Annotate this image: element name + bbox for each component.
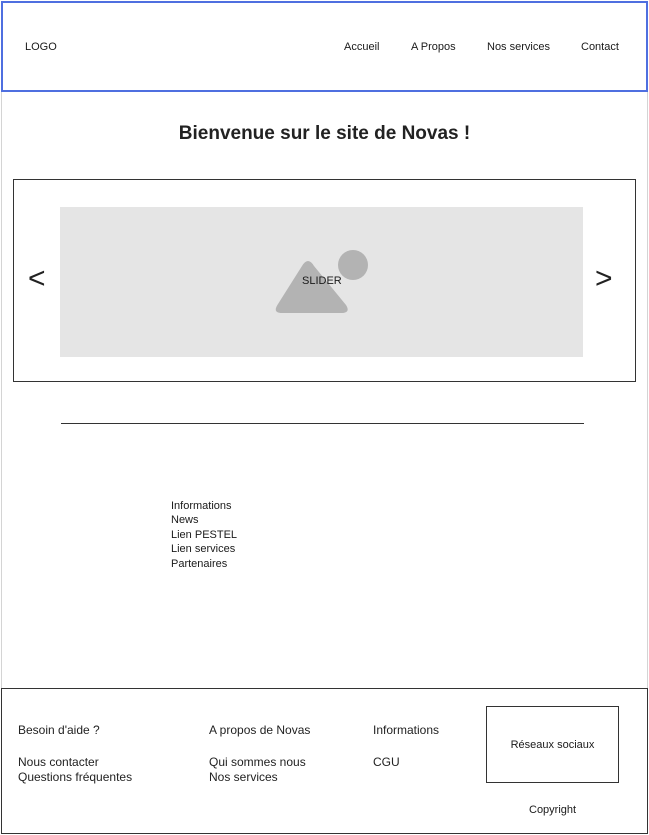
- footer-link-nos-services[interactable]: Nos services: [209, 770, 278, 784]
- site-header: LOGO Accueil A Propos Nos services Conta…: [1, 1, 648, 92]
- info-link-pestel[interactable]: Lien PESTEL: [171, 528, 237, 542]
- footer-link-nous-contacter[interactable]: Nous contacter: [18, 755, 99, 769]
- nav-link-nos-services[interactable]: Nos services: [487, 41, 550, 53]
- logo[interactable]: LOGO: [25, 41, 57, 53]
- footer-help-title: Besoin d'aide ?: [18, 723, 100, 737]
- footer-link-cgu[interactable]: CGU: [373, 755, 400, 769]
- section-divider: [61, 423, 584, 424]
- info-link-partenaires[interactable]: Partenaires: [171, 557, 237, 571]
- footer-info-title: Informations: [373, 723, 440, 737]
- slider-next-button[interactable]: >: [595, 264, 613, 294]
- slider-label: SLIDER: [302, 275, 342, 287]
- copyright: Copyright: [529, 804, 577, 816]
- social-links-box[interactable]: Réseaux sociaux: [486, 706, 619, 783]
- page-title: Bienvenue sur le site de Novas !: [178, 123, 471, 144]
- nav-link-contact[interactable]: Contact: [581, 41, 619, 53]
- info-link-services[interactable]: Lien services: [171, 542, 237, 556]
- info-links-list: Informations News Lien PESTEL Lien servi…: [171, 499, 237, 571]
- footer-link-qui-sommes-nous[interactable]: Qui sommes nous: [209, 755, 306, 769]
- nav-link-accueil[interactable]: Accueil: [344, 41, 379, 53]
- info-link-news[interactable]: News: [171, 513, 237, 527]
- slider-prev-button[interactable]: <: [28, 264, 46, 294]
- nav-link-a-propos[interactable]: A Propos: [411, 41, 456, 53]
- info-link-informations[interactable]: Informations: [171, 499, 237, 513]
- footer-link-questions-frequentes[interactable]: Questions fréquentes: [18, 770, 132, 784]
- footer-about-title: A propos de Novas: [209, 723, 311, 737]
